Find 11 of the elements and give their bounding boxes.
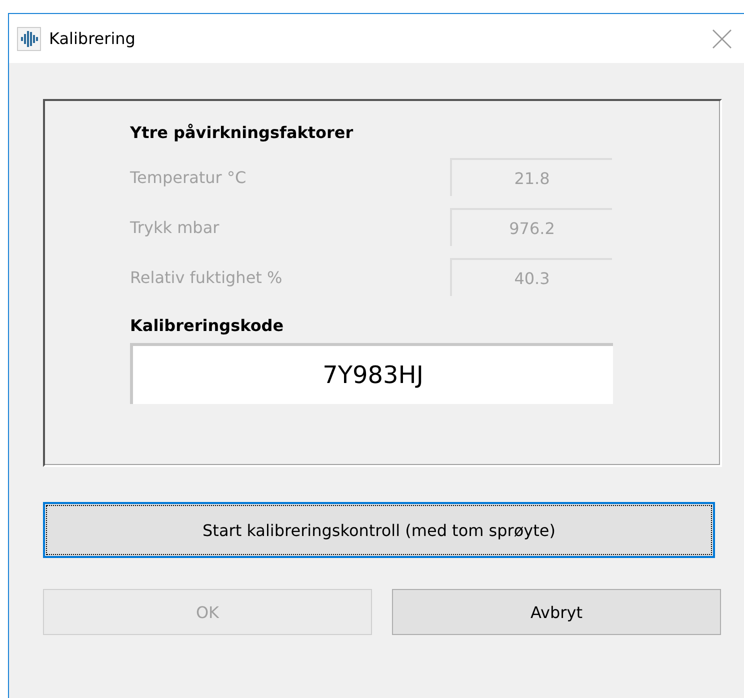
code-field[interactable]: 7Y983HJ [130, 343, 613, 404]
section-heading: Kalibreringskode [130, 316, 285, 335]
window-title: Kalibrering [49, 29, 136, 48]
section-heading: Ytre påvirkningsfaktorer [130, 123, 354, 142]
app-icon [17, 26, 41, 50]
close-icon[interactable] [712, 28, 732, 48]
cancel-button[interactable]: Avbryt [392, 589, 721, 635]
start-button[interactable]: Start kalibreringskontroll (med tom sprøyte) [43, 502, 715, 558]
field-label: Temperatur °C [130, 168, 248, 186]
field-label: Relativ fuktighet % [130, 268, 284, 286]
field-label: Trykk mbar [130, 218, 220, 236]
